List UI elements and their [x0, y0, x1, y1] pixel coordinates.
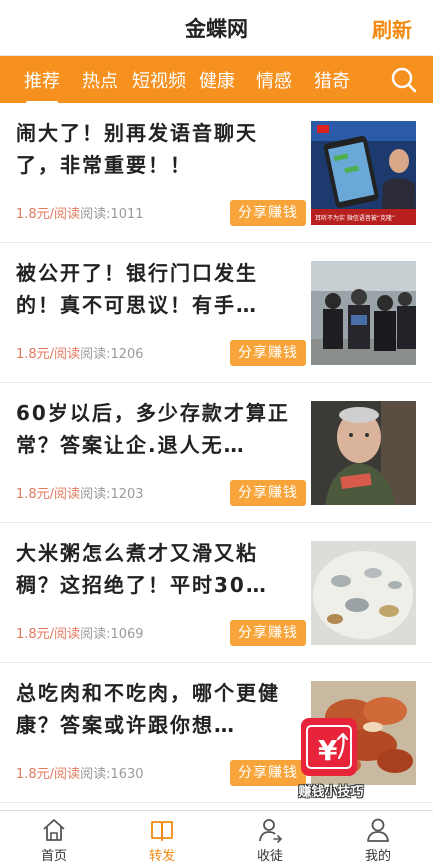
category-tab-bar: 推荐 热点 短视频 健康 情感 猎奇 — [0, 56, 433, 104]
tab-hot[interactable]: 热点 — [82, 67, 118, 93]
article-item[interactable]: 大米粥怎么煮才又滑又粘稠？这招绝了！平时30… 1.8元/阅读阅读:1069 分… — [0, 523, 433, 663]
article-item[interactable]: 闹大了！别再发语音聊天了，非常重要！！ 1.8元/阅读阅读:1011 分享赚钱 … — [0, 103, 433, 243]
tab-emotion[interactable]: 情感 — [256, 67, 292, 93]
article-meta: 1.8元/阅读阅读:1630 — [16, 763, 144, 782]
article-price: 1.8元/阅读 — [16, 627, 81, 642]
yuan-icon: ¥ — [301, 718, 357, 776]
article-reads: 阅读:1630 — [80, 767, 144, 782]
article-item[interactable]: 60岁以后，多少存款才算正常？答案让企.退人无… 1.8元/阅读阅读:1203 … — [0, 383, 433, 523]
nav-forward-label: 转发 — [148, 849, 175, 864]
nav-home[interactable]: 首页 — [0, 811, 108, 868]
refresh-button[interactable]: 刷新 — [372, 14, 412, 43]
nav-forward[interactable]: 转发 — [108, 811, 216, 868]
article-title[interactable]: 总吃肉和不吃肉，哪个更健康？答案或许跟你想… — [16, 677, 300, 741]
nav-profile-label: 我的 — [364, 849, 391, 864]
article-price: 1.8元/阅读 — [16, 207, 81, 222]
tab-health[interactable]: 健康 — [199, 67, 235, 93]
share-earn-button[interactable]: 分享赚钱 — [230, 200, 306, 226]
article-reads: 阅读:1203 — [80, 487, 144, 502]
app-title: 金蝶网 — [185, 17, 248, 41]
article-thumbnail[interactable] — [311, 401, 416, 505]
article-item[interactable]: 被公开了！银行门口发生的！真不可思议！有手… 1.8元/阅读阅读:1206 分享… — [0, 243, 433, 383]
article-thumbnail[interactable] — [311, 541, 416, 645]
article-reads: 阅读:1011 — [80, 207, 144, 222]
article-reads: 阅读:1206 — [80, 347, 144, 362]
article-price: 1.8元/阅读 — [16, 767, 81, 782]
article-meta: 1.8元/阅读阅读:1069 — [16, 623, 144, 642]
nav-recruit[interactable]: 收徒 — [216, 811, 324, 868]
article-title[interactable]: 大米粥怎么煮才又滑又粘稠？这招绝了！平时30… — [16, 537, 300, 601]
share-earn-button[interactable]: 分享赚钱 — [230, 620, 306, 646]
home-icon — [43, 819, 65, 841]
nav-recruit-label: 收徒 — [256, 849, 283, 864]
article-meta: 1.8元/阅读阅读:1206 — [16, 343, 144, 362]
book-icon — [151, 821, 173, 841]
share-earn-button[interactable]: 分享赚钱 — [230, 480, 306, 506]
article-meta: 1.8元/阅读阅读:1203 — [16, 483, 144, 502]
app-header: 金蝶网 刷新 — [0, 0, 433, 56]
earn-tips-label: 赚钱小技巧 — [298, 785, 364, 800]
tab-overflow-fade — [352, 56, 386, 103]
article-title[interactable]: 闹大了！别再发语音聊天了，非常重要！！ — [16, 117, 300, 181]
nav-profile[interactable]: 我的 — [324, 811, 432, 868]
tab-curious[interactable]: 猎奇 — [314, 67, 350, 93]
article-price: 1.8元/阅读 — [16, 487, 81, 502]
article-thumbnail[interactable]: 耳听不为实 微信语音被“克隆” — [311, 121, 416, 225]
tab-recommend[interactable]: 推荐 — [24, 67, 60, 104]
search-icon[interactable] — [389, 65, 419, 95]
share-earn-button[interactable]: 分享赚钱 — [230, 340, 306, 366]
article-price: 1.8元/阅读 — [16, 347, 81, 362]
badge-symbol: ¥ — [318, 734, 338, 767]
nav-home-label: 首页 — [40, 849, 67, 864]
profile-icon — [367, 818, 389, 842]
thumbnail-caption: 耳听不为实 微信语音被“克隆” — [315, 214, 395, 222]
earn-tips-badge[interactable]: ¥ 赚钱小技巧 — [291, 718, 369, 802]
article-title[interactable]: 被公开了！银行门口发生的！真不可思议！有手… — [16, 257, 300, 321]
tab-short-video[interactable]: 短视频 — [132, 67, 186, 93]
article-reads: 阅读:1069 — [80, 627, 144, 642]
add-user-icon — [259, 819, 283, 843]
bottom-navigation: 首页 转发 收徒 我的 — [0, 810, 433, 868]
article-title[interactable]: 60岁以后，多少存款才算正常？答案让企.退人无… — [16, 397, 300, 461]
article-thumbnail[interactable] — [311, 261, 416, 365]
article-meta: 1.8元/阅读阅读:1011 — [16, 203, 144, 222]
